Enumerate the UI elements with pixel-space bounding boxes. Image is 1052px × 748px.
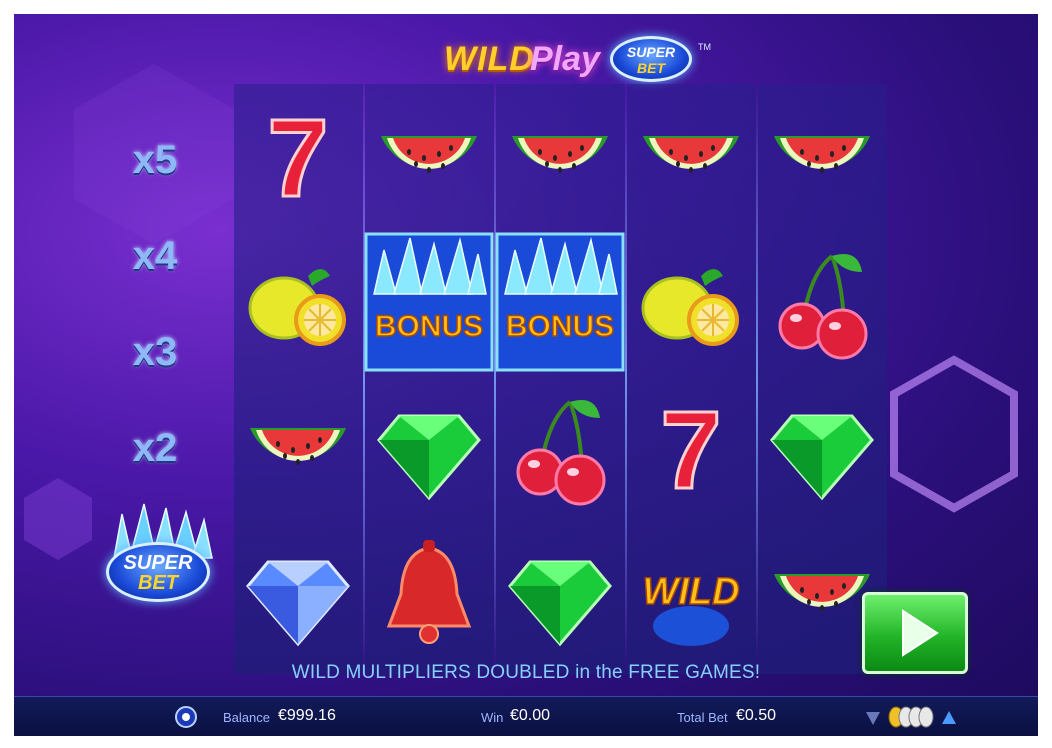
triangle-up-icon — [942, 711, 956, 724]
watermelon-symbol — [250, 428, 346, 465]
seven-symbol: 7 — [659, 388, 723, 508]
reel-divider — [363, 84, 365, 674]
bet-down-button[interactable] — [864, 709, 882, 727]
green-emerald-symbol — [508, 560, 612, 647]
bonus-symbol: BONUS — [495, 232, 625, 372]
seven-symbol: 7 — [266, 96, 330, 216]
super-bet-badge: SUPER BET — [106, 542, 210, 602]
multiplier-x3: x3 — [132, 330, 178, 374]
bell-symbol — [386, 540, 472, 644]
super-bet-button[interactable]: SUPER BET — [100, 500, 218, 610]
lemon-symbol — [248, 269, 346, 346]
play-arrow-icon — [902, 609, 939, 657]
cherry-symbol — [778, 254, 868, 360]
super-bet-super-text: SUPER — [123, 552, 193, 574]
reel-area: 7 BONUS BONUS 7 WILD — [234, 84, 887, 674]
bottom-bar: Balance €999.16 Win €0.00 Total Bet €0.5… — [14, 696, 1038, 736]
background-hexagon-right — [890, 355, 1018, 513]
bonus-symbol: BONUS — [364, 232, 494, 372]
gear-icon — [175, 706, 197, 728]
cherry-symbol — [516, 400, 606, 506]
lemon-symbol — [641, 269, 739, 346]
seven-symbol-text: 7 — [660, 389, 721, 508]
trademark-symbol: TM — [698, 42, 711, 52]
win-value: €0.00 — [510, 707, 551, 724]
watermelon-symbol — [512, 136, 608, 173]
triangle-down-icon — [866, 712, 880, 725]
balance-value: €999.16 — [278, 707, 336, 724]
reel-divider — [625, 84, 627, 674]
background-hexagon-left — [24, 478, 92, 560]
bonus-symbol-text: BONUS — [506, 310, 614, 343]
super-bet-bet-text: BET — [138, 572, 178, 594]
multiplier-x2: x2 — [132, 426, 178, 470]
spin-button[interactable] — [862, 592, 968, 674]
settings-button[interactable] — [174, 705, 198, 729]
logo-wild-text: WILD — [444, 40, 535, 78]
wild-symbol-text: WILD — [642, 571, 739, 613]
multiplier-x5: x5 — [132, 138, 178, 182]
win-label: Win — [481, 710, 504, 725]
total-bet-value: €0.50 — [736, 707, 777, 724]
watermelon-symbol — [774, 136, 870, 173]
green-emerald-symbol — [377, 414, 481, 501]
green-emerald-symbol — [770, 414, 874, 501]
reel-divider — [756, 84, 758, 674]
reel-divider — [494, 84, 496, 674]
blue-diamond-symbol — [246, 560, 350, 647]
game-logo: WILD Play SUPER BET TM — [444, 28, 711, 90]
logo-super-text: SUPER — [626, 44, 676, 60]
bonus-symbol-text: BONUS — [375, 310, 483, 343]
slot-game: WILD Play SUPER BET TM x5 x4 x3 x2 SUPER… — [14, 14, 1038, 736]
wild-symbol: WILD — [642, 570, 740, 646]
logo-play-text: Play — [530, 40, 600, 78]
multiplier-x4: x4 — [132, 234, 178, 278]
coin-stack-icon — [888, 706, 934, 728]
balance-label: Balance — [223, 710, 270, 725]
logo-bet-text: BET — [637, 60, 665, 76]
bet-chips[interactable] — [886, 705, 936, 729]
seven-symbol-text: 7 — [267, 97, 328, 216]
logo-superbet-badge: SUPER BET — [610, 36, 692, 82]
total-bet-label: Total Bet — [677, 710, 728, 725]
watermelon-symbol — [643, 136, 739, 173]
watermelon-symbol — [381, 136, 477, 173]
bet-up-button[interactable] — [940, 709, 958, 727]
